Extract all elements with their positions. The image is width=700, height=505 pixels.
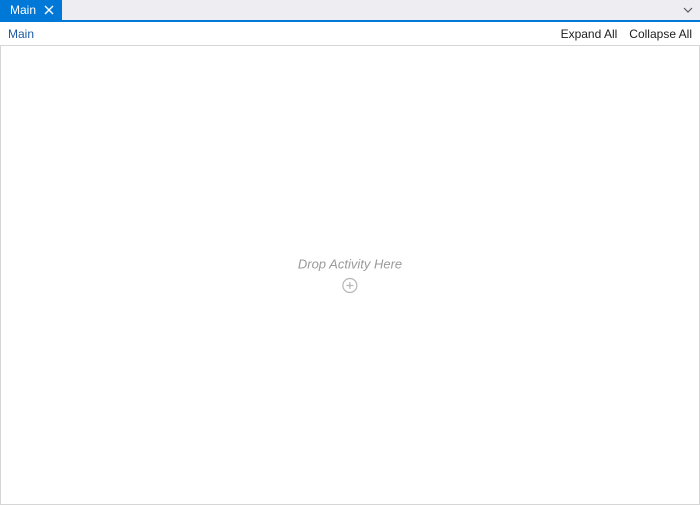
tab-label: Main bbox=[10, 3, 36, 17]
plus-circle-icon bbox=[342, 278, 358, 294]
designer-canvas[interactable]: Drop Activity Here bbox=[0, 46, 700, 505]
chevron-down-icon[interactable] bbox=[680, 0, 696, 20]
tab-strip: Main bbox=[0, 0, 700, 22]
breadcrumb[interactable]: Main bbox=[8, 27, 34, 41]
tab-main[interactable]: Main bbox=[0, 0, 62, 20]
drop-activity-hint: Drop Activity Here bbox=[298, 257, 402, 294]
drop-hint-label: Drop Activity Here bbox=[298, 257, 402, 272]
toolbar: Main Expand All Collapse All bbox=[0, 22, 700, 46]
collapse-all-button[interactable]: Collapse All bbox=[629, 27, 692, 41]
expand-all-button[interactable]: Expand All bbox=[561, 27, 618, 41]
close-icon[interactable] bbox=[42, 3, 56, 17]
